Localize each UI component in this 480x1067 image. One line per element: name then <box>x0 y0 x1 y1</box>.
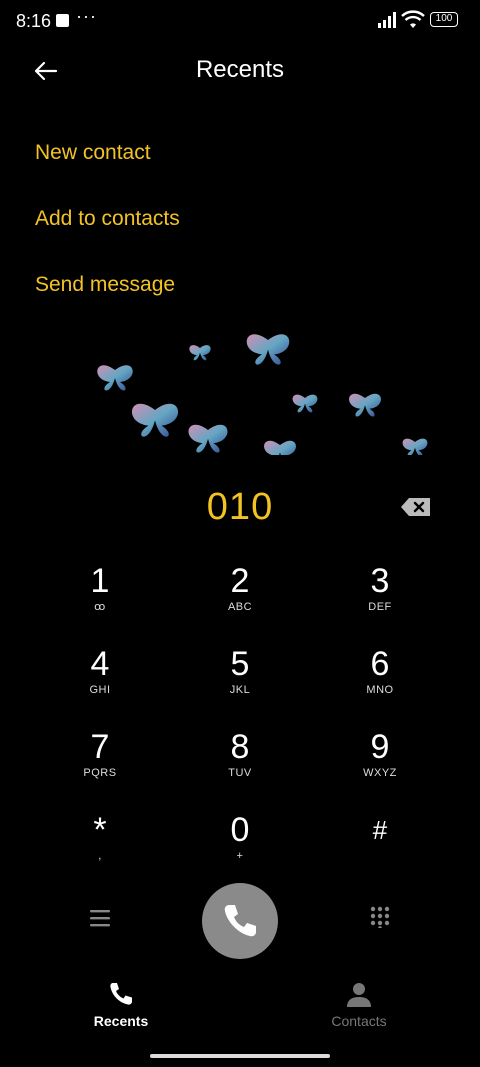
key-digit: 7 <box>90 728 110 766</box>
wifi-icon <box>401 10 425 28</box>
dial-key-3[interactable]: 3 DEF <box>320 562 440 632</box>
status-time: 8:16 <box>16 11 52 31</box>
dial-key-6[interactable]: 6 MNO <box>320 645 440 715</box>
key-letters: MNO <box>366 684 394 696</box>
tab-recents[interactable]: Recents <box>61 980 181 1029</box>
key-digit: 6 <box>370 645 390 683</box>
notification-icon <box>56 14 69 27</box>
dial-key-0[interactable]: 0 + <box>180 811 300 881</box>
dial-key-9[interactable]: 9 WXYZ <box>320 728 440 798</box>
dial-key-1[interactable]: 1 ꝏ <box>40 562 160 632</box>
status-bar: 8:16 ··· 100 <box>0 0 480 44</box>
page-title: Recents <box>195 56 285 83</box>
dial-key-hash[interactable]: # <box>320 811 440 881</box>
call-button[interactable] <box>202 883 278 959</box>
menu-icon[interactable] <box>88 906 112 930</box>
key-digit: 4 <box>90 645 110 683</box>
phone-icon <box>110 983 132 1005</box>
person-icon <box>347 983 371 1007</box>
tab-contacts[interactable]: Contacts <box>299 980 419 1029</box>
key-letters: ABC <box>227 601 253 613</box>
key-letters: DEF <box>368 601 392 613</box>
more-notifications-icon: ··· <box>76 6 97 26</box>
key-letters: PQRS <box>83 767 117 779</box>
key-letters: TUV <box>228 767 252 779</box>
butterfly-illustration <box>97 334 428 455</box>
key-digit: 9 <box>370 728 390 766</box>
key-digit: * <box>93 811 107 849</box>
key-digit: 2 <box>230 562 250 600</box>
new-contact-action[interactable]: New contact <box>35 141 151 165</box>
home-indicator[interactable] <box>150 1054 330 1058</box>
dial-key-7[interactable]: 7 PQRS <box>40 728 160 798</box>
tab-recents-label: Recents <box>93 1013 149 1029</box>
key-letters: + <box>236 850 244 862</box>
dial-key-star[interactable]: * , <box>40 811 160 881</box>
phone-icon <box>224 905 256 937</box>
key-letters: GHI <box>89 684 111 696</box>
voicemail-icon: ꝏ <box>94 601 106 613</box>
key-digit: 8 <box>230 728 250 766</box>
key-letters: , <box>98 850 102 862</box>
dialpad-icon[interactable] <box>369 906 391 928</box>
key-letters: JKL <box>229 684 251 696</box>
dial-key-2[interactable]: 2 ABC <box>180 562 300 632</box>
dial-key-5[interactable]: 5 JKL <box>180 645 300 715</box>
dial-key-4[interactable]: 4 GHI <box>40 645 160 715</box>
signal-icon <box>378 12 396 28</box>
key-digit: 5 <box>230 645 250 683</box>
key-digit: 1 <box>90 562 110 600</box>
dial-key-8[interactable]: 8 TUV <box>180 728 300 798</box>
battery-icon: 100 <box>430 12 458 27</box>
key-letters: WXYZ <box>363 767 397 779</box>
backspace-icon[interactable] <box>400 496 432 518</box>
key-digit: # <box>372 815 388 845</box>
add-to-contacts-action[interactable]: Add to contacts <box>35 207 180 231</box>
key-digit: 0 <box>230 811 250 849</box>
app-header: Recents <box>0 50 480 90</box>
send-message-action[interactable]: Send message <box>35 273 175 297</box>
key-digit: 3 <box>370 562 390 600</box>
tab-contacts-label: Contacts <box>331 1013 387 1029</box>
